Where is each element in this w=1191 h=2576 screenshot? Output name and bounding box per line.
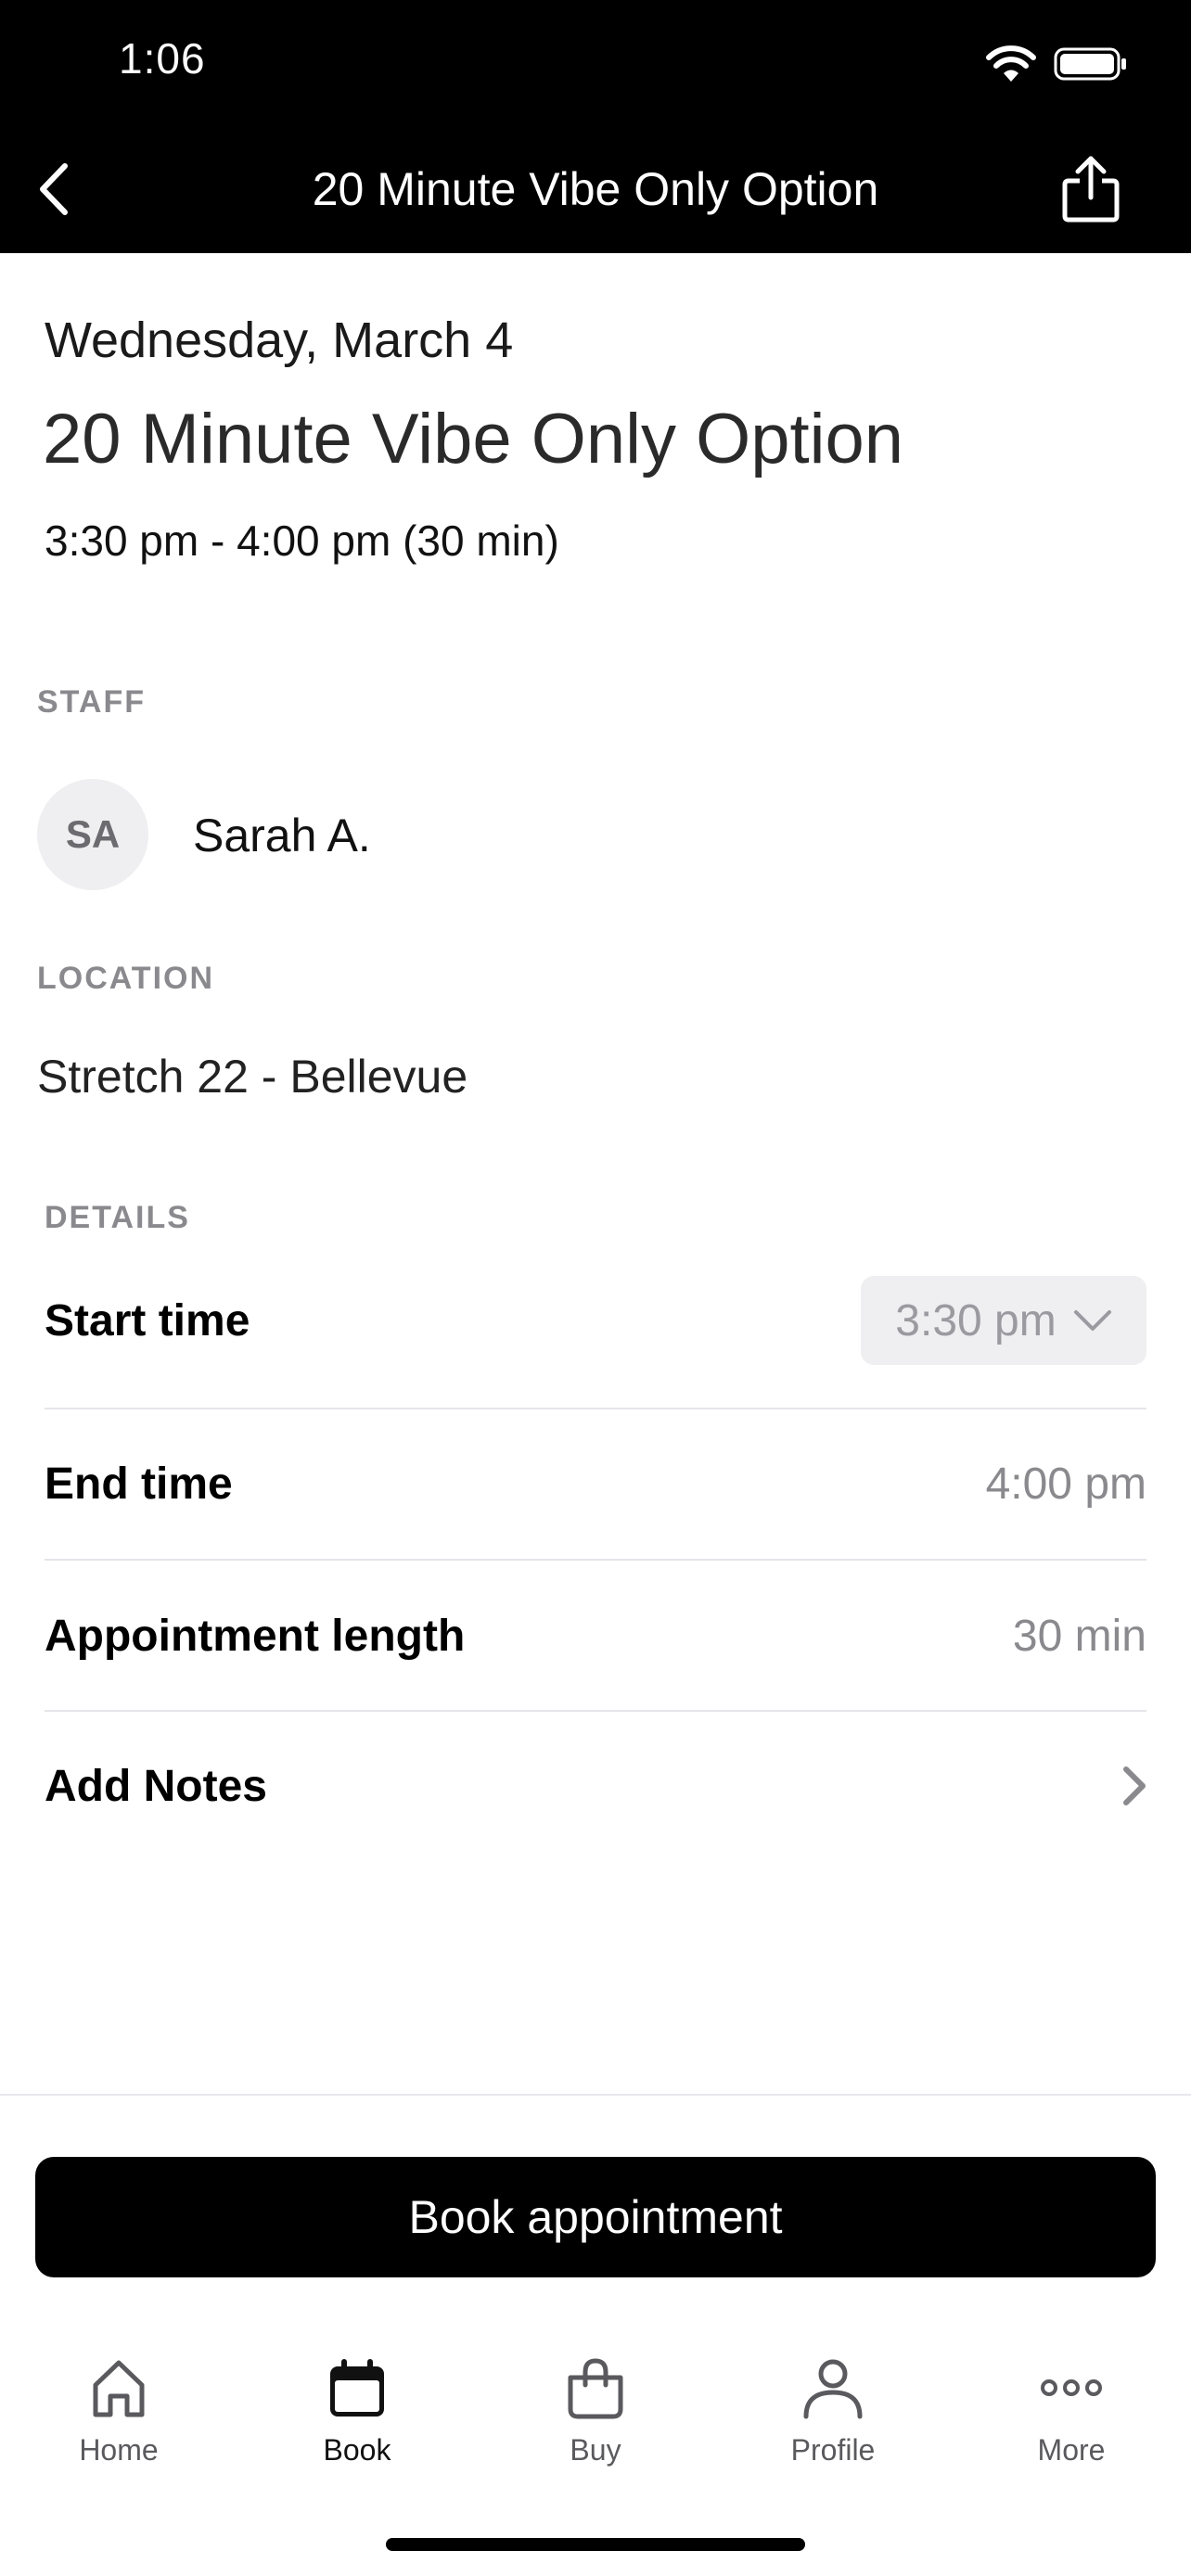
book-appointment-button[interactable]: Book appointment xyxy=(35,2157,1156,2277)
location-section-label: LOCATION xyxy=(37,961,215,996)
divider xyxy=(45,1408,1146,1409)
header: 1:06 20 Minute Vibe Only Option xyxy=(0,0,1191,253)
tab-buy[interactable]: Buy xyxy=(503,2355,688,2494)
start-time-row: Start time 3:30 pm xyxy=(45,1276,1146,1365)
tab-book-label: Book xyxy=(323,2433,391,2467)
start-time-label: Start time xyxy=(45,1295,250,1345)
nav-title: 20 Minute Vibe Only Option xyxy=(312,163,879,215)
start-time-dropdown[interactable]: 3:30 pm xyxy=(861,1276,1146,1365)
divider xyxy=(45,1710,1146,1712)
tab-profile-label: Profile xyxy=(790,2433,876,2467)
add-notes-label: Add Notes xyxy=(45,1761,267,1811)
tab-buy-label: Buy xyxy=(570,2433,621,2467)
bag-icon xyxy=(568,2358,623,2419)
location-name: Stretch 22 - Bellevue xyxy=(37,1051,468,1103)
appointment-length-label: Appointment length xyxy=(45,1611,466,1661)
tab-home-label: Home xyxy=(79,2433,159,2467)
chevron-right-icon xyxy=(1123,1766,1146,1805)
divider xyxy=(45,1559,1146,1561)
appointment-length-value: 30 min xyxy=(1012,1611,1146,1661)
bottom-divider xyxy=(0,2094,1191,2096)
end-time-label: End time xyxy=(45,1459,233,1509)
tab-home[interactable]: Home xyxy=(26,2355,211,2494)
share-button[interactable] xyxy=(1057,150,1124,228)
share-icon xyxy=(1062,156,1120,223)
back-button[interactable] xyxy=(26,156,82,223)
chevron-left-icon xyxy=(40,163,68,215)
staff-section-label: STAFF xyxy=(37,684,147,720)
more-icon xyxy=(1041,2379,1102,2396)
calendar-icon xyxy=(330,2359,384,2417)
tab-book[interactable]: Book xyxy=(264,2355,450,2494)
appointment-title: 20 Minute Vibe Only Option xyxy=(43,400,904,478)
end-time-value: 4:00 pm xyxy=(985,1459,1146,1509)
add-notes-row[interactable]: Add Notes xyxy=(45,1741,1146,1830)
chevron-down-icon xyxy=(1073,1310,1111,1331)
battery-icon xyxy=(1054,47,1126,81)
home-icon xyxy=(93,2360,145,2417)
staff-avatar: SA xyxy=(37,779,148,890)
home-indicator xyxy=(386,2538,805,2551)
staff-name: Sarah A. xyxy=(193,810,371,861)
wifi-icon xyxy=(986,45,1036,82)
appointment-time-range: 3:30 pm - 4:00 pm (30 min) xyxy=(45,516,559,565)
tab-more-label: More xyxy=(1037,2433,1106,2467)
status-time: 1:06 xyxy=(119,34,206,83)
start-time-value: 3:30 pm xyxy=(895,1295,1057,1345)
details-section-label: DETAILS xyxy=(45,1200,190,1235)
tab-bar: Home Book Buy Profile More xyxy=(0,2355,1191,2494)
person-icon xyxy=(803,2359,863,2419)
tab-more[interactable]: More xyxy=(979,2355,1164,2494)
appointment-length-row: Appointment length 30 min xyxy=(45,1591,1146,1680)
appointment-date: Wednesday, March 4 xyxy=(45,312,514,368)
tab-profile[interactable]: Profile xyxy=(740,2355,926,2494)
end-time-row: End time 4:00 pm xyxy=(45,1439,1146,1528)
